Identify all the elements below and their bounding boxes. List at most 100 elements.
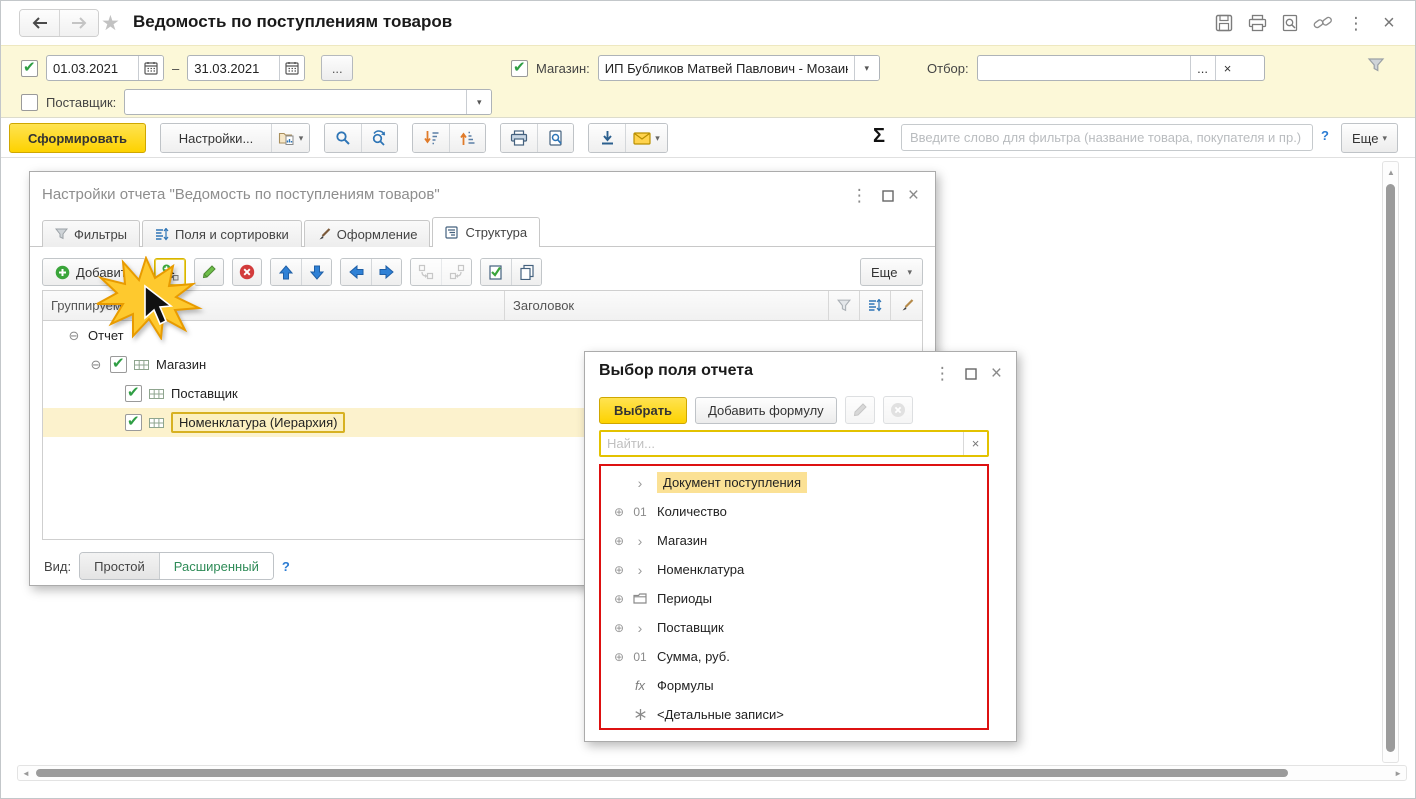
expand-chevron-icon[interactable]: › (629, 620, 651, 636)
settings-button[interactable]: Настройки... (161, 124, 271, 152)
dialog-more-icon[interactable]: ⋮ (934, 365, 951, 382)
selection-options-button[interactable]: ... (1189, 56, 1215, 80)
save-icon[interactable] (1212, 11, 1236, 35)
collapse-icon[interactable]: ⊖ (67, 328, 81, 344)
maximize-icon[interactable] (965, 367, 977, 380)
tab-filters[interactable]: Фильтры (42, 220, 141, 247)
search-clear-button[interactable]: × (963, 432, 987, 455)
favorite-star-icon[interactable]: ★ (101, 11, 120, 36)
column-header[interactable]: Заголовок (505, 291, 829, 320)
tab-appearance[interactable]: Оформление (303, 220, 431, 247)
row-checkbox[interactable]: ✔ (125, 413, 142, 431)
add-formula-button[interactable]: Добавить формулу (695, 396, 837, 424)
sum-sigma-button[interactable]: Σ (873, 125, 885, 148)
print-icon[interactable] (1245, 11, 1269, 35)
supplier-checkbox[interactable]: ✔ (21, 93, 38, 111)
view-help-button[interactable]: ? (282, 559, 290, 574)
calendar-icon[interactable] (279, 56, 305, 80)
find-next-button[interactable] (361, 124, 397, 152)
add-plus-icon[interactable]: ⊕ (609, 592, 629, 606)
scroll-up-icon[interactable]: ▲ (1387, 168, 1395, 177)
add-plus-icon[interactable]: ⊕ (609, 650, 629, 664)
report-variant-button[interactable]: ▾ (271, 124, 309, 152)
horizontal-scroll-thumb[interactable] (36, 769, 1288, 777)
uncheck-all-button[interactable] (511, 259, 542, 285)
expand-chevron-icon[interactable]: › (629, 475, 651, 491)
dialog-more-icon[interactable]: ⋮ (851, 187, 868, 204)
vertical-scrollbar[interactable]: ▲ (1382, 161, 1399, 763)
add-plus-icon[interactable]: ⊕ (609, 534, 629, 548)
header-appearance-button[interactable] (891, 291, 922, 320)
generate-button[interactable]: Сформировать (9, 123, 146, 153)
scroll-right-icon[interactable]: ► (1394, 769, 1402, 778)
scroll-left-icon[interactable]: ◄ (22, 769, 30, 778)
find-button[interactable] (325, 124, 361, 152)
expand-chevron-icon[interactable]: › (629, 533, 651, 549)
date-from-input[interactable] (47, 56, 138, 80)
move-up-button[interactable] (271, 259, 302, 285)
link-icon[interactable] (1311, 11, 1335, 35)
dialog-close-icon[interactable]: × (991, 364, 1002, 383)
edit-field-button[interactable] (844, 396, 875, 424)
filter-funnel-icon[interactable] (1367, 57, 1385, 73)
row-checkbox[interactable]: ✔ (110, 355, 127, 373)
supplier-value-input[interactable] (125, 90, 467, 114)
send-email-button[interactable]: ▾ (625, 124, 667, 152)
move-into-button[interactable] (411, 259, 442, 285)
select-button[interactable]: Выбрать (599, 396, 688, 424)
tab-fields-sorting[interactable]: Поля и сортировки (142, 220, 302, 247)
add-plus-icon[interactable]: ⊕ (609, 621, 629, 635)
delete-button[interactable] (232, 258, 263, 286)
header-filter-button[interactable] (829, 291, 860, 320)
list-item-receipt-document[interactable]: › Документ поступления (601, 468, 987, 497)
maximize-icon[interactable] (882, 189, 894, 202)
list-item-formulas[interactable]: fx Формулы (601, 671, 987, 700)
view-simple-button[interactable]: Простой (80, 553, 159, 579)
calendar-icon[interactable] (138, 56, 163, 80)
header-sort-button[interactable] (860, 291, 891, 320)
print-button[interactable] (501, 124, 537, 152)
row-checkbox[interactable]: ✔ (125, 384, 142, 402)
dialog-close-icon[interactable]: × (908, 186, 919, 205)
save-file-button[interactable] (589, 124, 625, 152)
add-plus-icon[interactable]: ⊕ (609, 563, 629, 577)
quick-filter-input[interactable] (901, 124, 1313, 151)
tab-structure[interactable]: Структура (432, 217, 541, 247)
period-options-button[interactable]: ... (321, 55, 354, 81)
forward-button[interactable] (59, 10, 98, 36)
period-checkbox[interactable]: ✔ (21, 59, 38, 77)
list-item-periods[interactable]: ⊕ Периоды (601, 584, 987, 613)
more-button[interactable]: Еще ▾ (1341, 123, 1398, 153)
sort-ascending-button[interactable] (449, 124, 485, 152)
move-right-button[interactable] (371, 259, 402, 285)
date-to-input[interactable] (188, 56, 280, 80)
check-all-button[interactable] (481, 259, 512, 285)
list-item-supplier[interactable]: ⊕ › Поставщик (601, 613, 987, 642)
clear-field-button[interactable] (882, 396, 913, 424)
shop-value-input[interactable] (598, 56, 854, 80)
field-search-input[interactable] (601, 432, 963, 455)
print-preview-button[interactable] (537, 124, 573, 152)
structure-more-button[interactable]: Еще ▾ (860, 258, 923, 286)
shop-checkbox[interactable]: ✔ (511, 59, 528, 77)
sort-descending-button[interactable] (413, 124, 449, 152)
view-extended-button[interactable]: Расширенный (158, 553, 273, 579)
chevron-down-icon[interactable]: ▾ (853, 56, 879, 80)
back-button[interactable] (20, 10, 59, 36)
selection-clear-button[interactable]: × (1214, 56, 1240, 80)
list-item-detail-records[interactable]: <Детальные записи> (601, 700, 987, 729)
selection-input[interactable] (977, 56, 1190, 80)
collapse-icon[interactable]: ⊖ (89, 357, 103, 373)
list-item-shop[interactable]: ⊕ › Магазин (601, 526, 987, 555)
move-out-button[interactable] (441, 259, 472, 285)
list-item-quantity[interactable]: ⊕ 01 Количество (601, 497, 987, 526)
more-menu-icon[interactable]: ⋮ (1344, 11, 1368, 35)
move-down-button[interactable] (301, 259, 332, 285)
add-plus-icon[interactable]: ⊕ (609, 505, 629, 519)
list-item-nomenclature[interactable]: ⊕ › Номенклатура (601, 555, 987, 584)
move-left-button[interactable] (341, 259, 372, 285)
chevron-down-icon[interactable]: ▾ (466, 90, 492, 114)
print-preview-icon[interactable] (1278, 11, 1302, 35)
help-button[interactable]: ? (1321, 128, 1329, 143)
vertical-scroll-thumb[interactable] (1386, 184, 1395, 752)
